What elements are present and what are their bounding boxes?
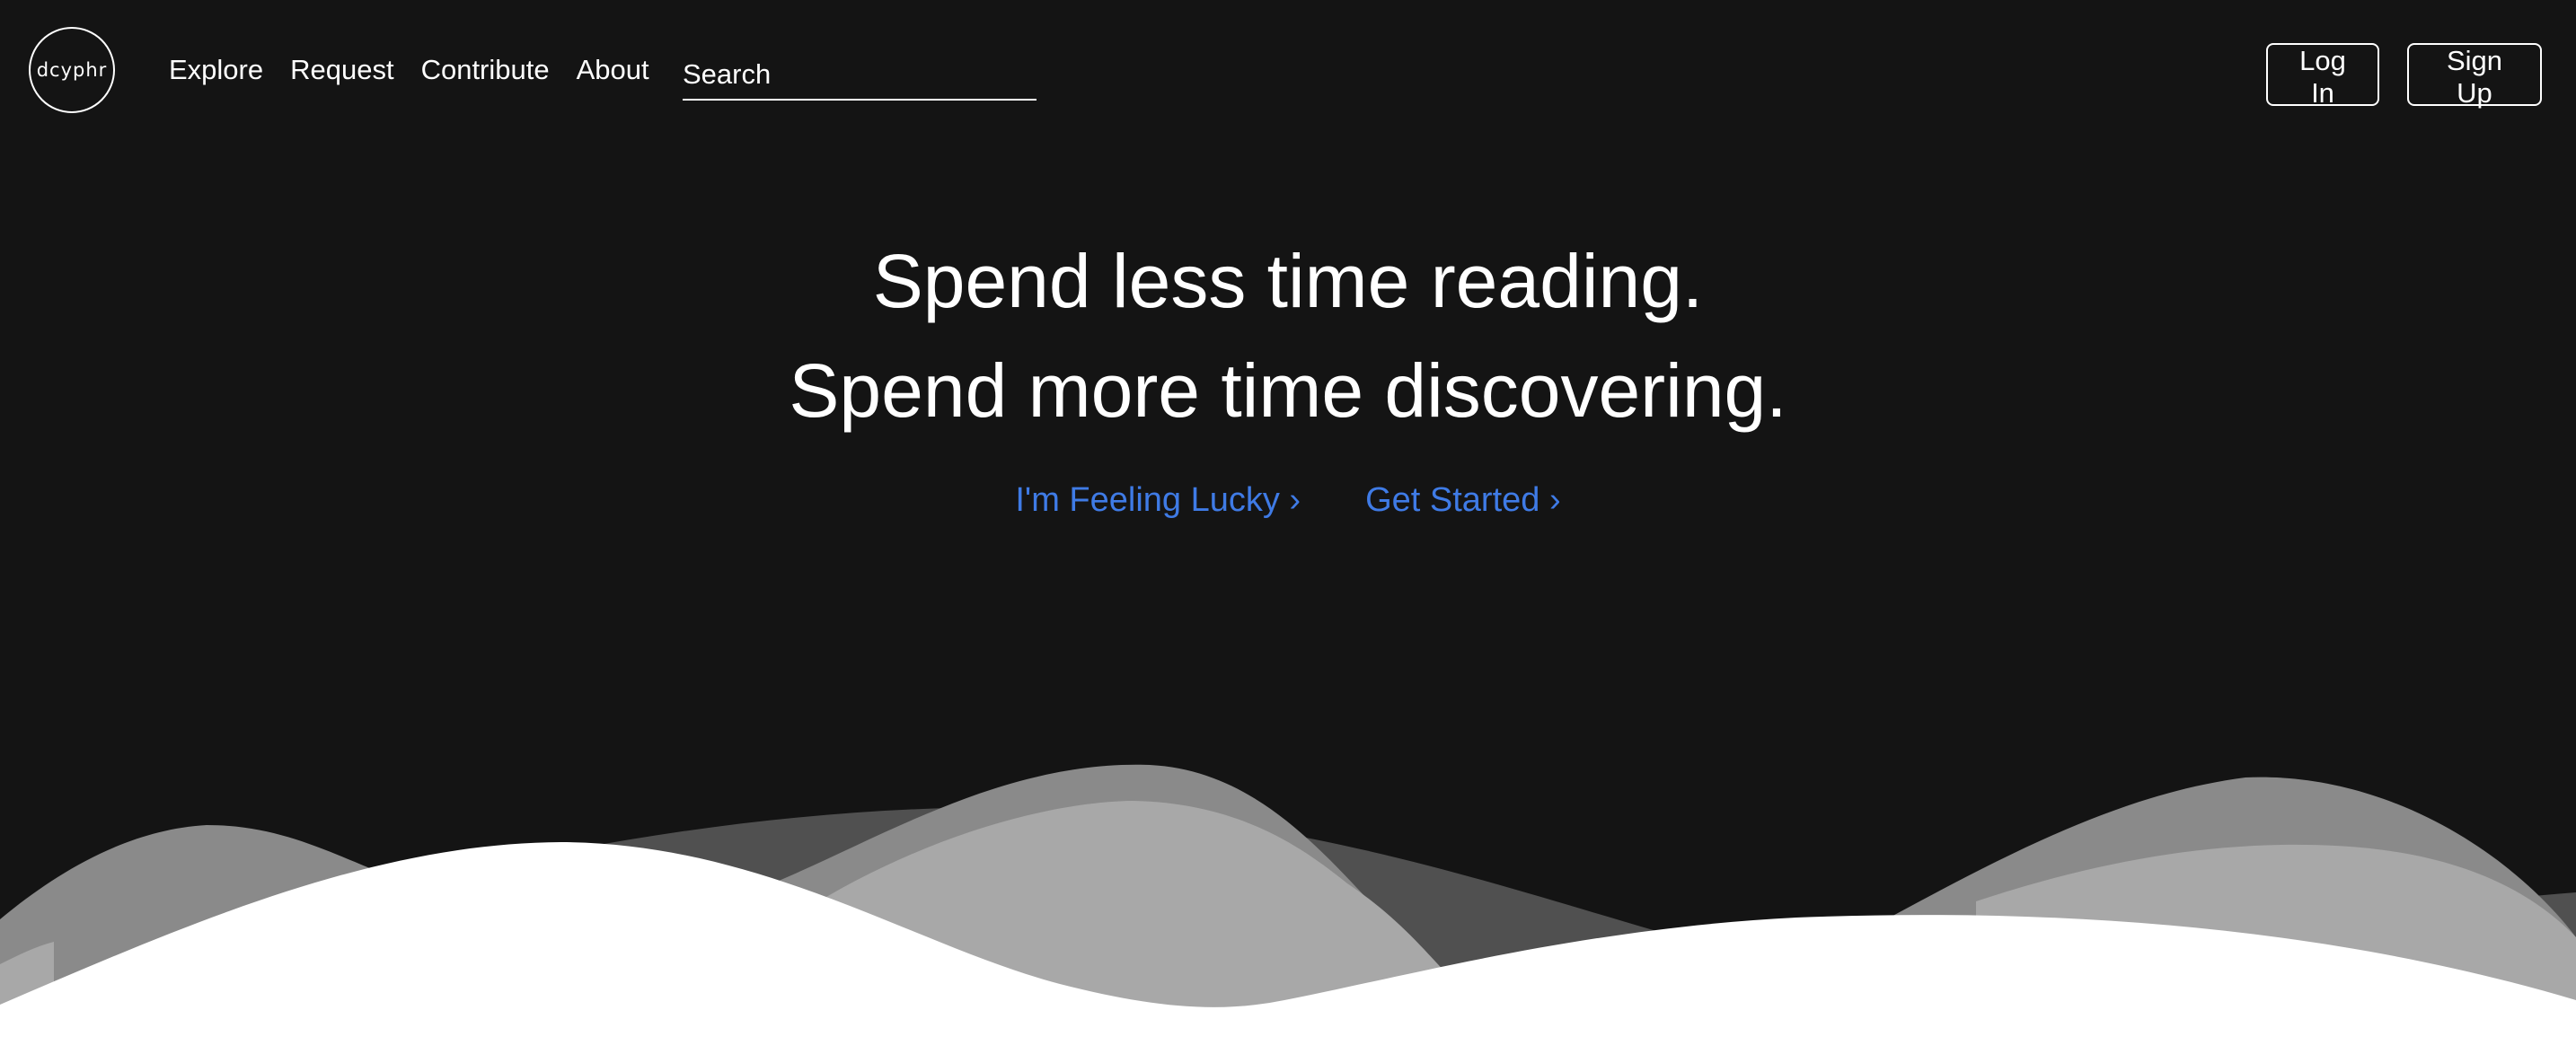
cta-row: I'm Feeling Lucky › Get Started › [0, 481, 2576, 520]
nav-about[interactable]: About [577, 52, 649, 88]
headline-line-2: Spend more time discovering. [789, 348, 1787, 433]
feeling-lucky-link[interactable]: I'm Feeling Lucky › [1015, 481, 1301, 520]
login-button[interactable]: Log In [2266, 43, 2379, 109]
logo-text: dcyphr [36, 59, 108, 81]
nav-request[interactable]: Request [290, 52, 393, 88]
signup-button[interactable]: Sign Up [2407, 43, 2542, 109]
hero-headline: Spend less time reading. Spend more time… [0, 226, 2576, 445]
main-nav: Explore Request Contribute About [169, 52, 649, 88]
headline-line-1: Spend less time reading. [872, 239, 1704, 323]
page: dcyphr Explore Request Contribute About … [0, 0, 2576, 1054]
nav-explore[interactable]: Explore [169, 52, 263, 88]
decorative-waves [0, 764, 2576, 1054]
get-started-link[interactable]: Get Started › [1365, 481, 1561, 520]
nav-contribute[interactable]: Contribute [421, 52, 550, 88]
logo[interactable]: dcyphr [29, 27, 115, 113]
search-input[interactable] [683, 50, 1037, 101]
hero-section: dcyphr Explore Request Contribute About … [0, 0, 2576, 1054]
